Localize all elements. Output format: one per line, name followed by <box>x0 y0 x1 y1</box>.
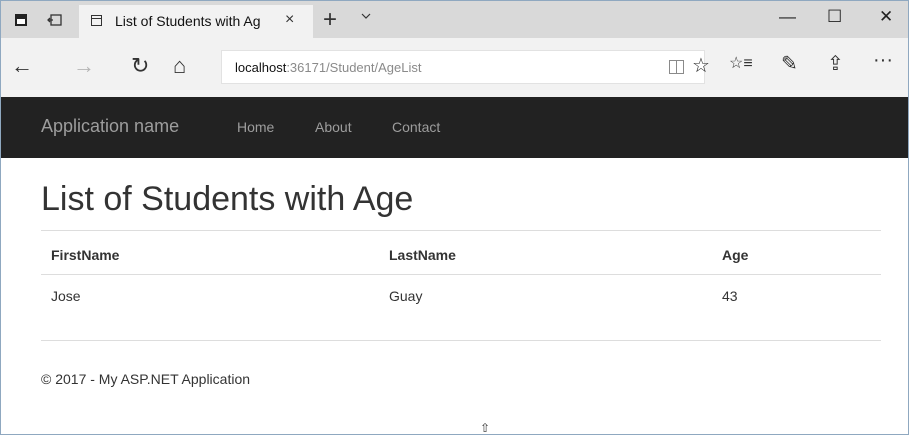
close-window-button[interactable]: ✕ <box>879 7 893 27</box>
web-note-icon[interactable]: ✎ <box>781 51 798 76</box>
tab-active[interactable]: List of Students with Ag × <box>79 5 313 38</box>
address-bar[interactable]: localhost:36171/Student/AgeList ☆ <box>221 50 710 84</box>
tab-actions-icon[interactable] <box>11 10 31 30</box>
table-cell-firstname: Jose <box>51 288 81 304</box>
hub-icon[interactable]: ☆≡ <box>729 53 753 73</box>
home-icon[interactable]: ⌂ <box>173 53 186 79</box>
nav-link-home[interactable]: Home <box>237 119 274 135</box>
new-tab-button[interactable]: + <box>323 6 337 34</box>
footer-text: © 2017 - My ASP.NET Application <box>41 371 251 387</box>
more-icon[interactable]: ··· <box>873 49 893 72</box>
url-text: localhost:36171/Student/AgeList <box>235 60 421 75</box>
nav-link-about[interactable]: About <box>315 119 352 135</box>
share-icon[interactable]: ⇪ <box>827 51 844 76</box>
column-header-firstname: FirstName <box>51 247 120 263</box>
page-icon <box>91 15 102 26</box>
nav-link-contact[interactable]: Contact <box>392 119 440 135</box>
refresh-icon[interactable]: ↻ <box>131 53 149 79</box>
mouse-cursor-icon: ⇧ <box>480 421 491 435</box>
tab-title: List of Students with Ag <box>115 13 261 29</box>
back-button[interactable]: ← <box>11 53 33 79</box>
tab-preview-chevron-icon[interactable] <box>361 11 371 21</box>
tab-bar: List of Students with Ag × + — ☐ ✕ <box>1 1 908 38</box>
maximize-button[interactable]: ☐ <box>827 7 842 27</box>
table-cell-lastname: Guay <box>389 288 423 304</box>
table-header-divider <box>41 274 881 275</box>
set-tabs-aside-icon[interactable] <box>45 10 65 30</box>
site-navbar: Application name Home About Contact <box>1 97 908 158</box>
address-toolbar: ← → ↻ ⌂ localhost:36171/Student/AgeList … <box>1 38 908 97</box>
favorite-star-icon[interactable]: ☆ <box>692 53 710 78</box>
url-host: localhost <box>235 60 287 75</box>
brand-link[interactable]: Application name <box>41 116 179 137</box>
column-header-age: Age <box>722 247 749 263</box>
minimize-button[interactable]: — <box>779 7 796 27</box>
table-cell-age: 43 <box>722 288 738 304</box>
tab-close-icon[interactable]: × <box>285 11 294 29</box>
url-path: :36171/Student/AgeList <box>286 60 422 75</box>
browser-window: List of Students with Ag × + — ☐ ✕ ← → ↻… <box>0 0 909 435</box>
footer-divider <box>41 340 881 341</box>
column-header-lastname: LastName <box>389 247 456 263</box>
forward-button[interactable]: → <box>73 53 95 79</box>
table-top-divider <box>41 230 881 231</box>
page-title: List of Students with Age <box>41 180 414 218</box>
reading-view-icon[interactable] <box>669 60 684 74</box>
